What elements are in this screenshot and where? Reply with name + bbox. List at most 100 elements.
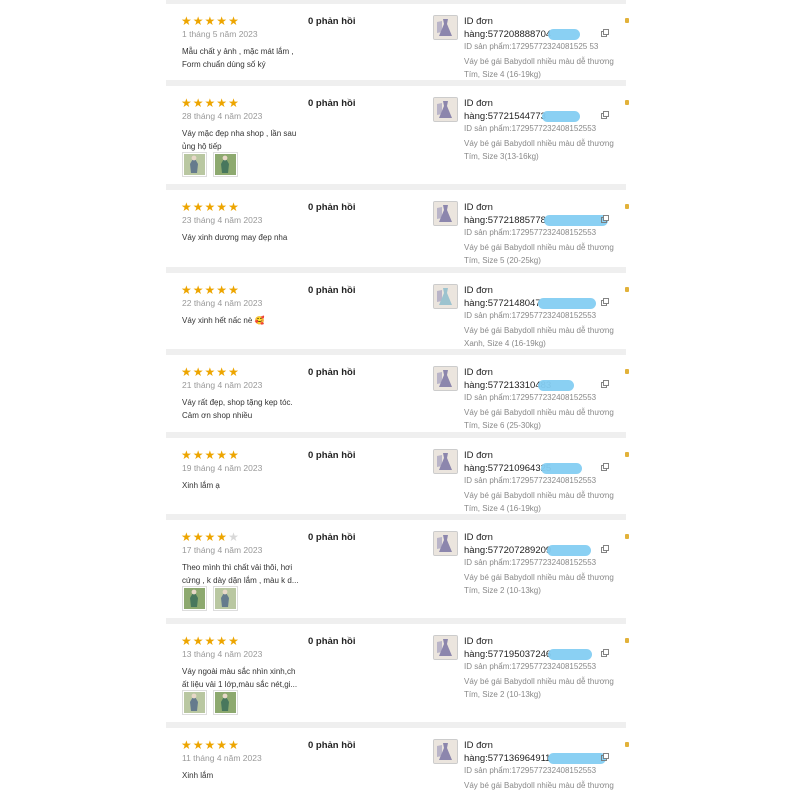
order-info: ID đơn hàng:577195037246 (464, 635, 604, 661)
order-id-value: hàng:577136964911 (464, 752, 614, 765)
review-photo-thumbnail[interactable] (213, 152, 238, 177)
product-thumbnail (433, 635, 458, 660)
star-icon: ★ (192, 448, 204, 462)
star-icon: ★ (181, 96, 192, 110)
review-photo-thumbnail[interactable] (213, 586, 238, 611)
star-icon: ★ (228, 365, 239, 379)
reply-count[interactable]: 0 phản hồi (308, 98, 356, 109)
review-date: 1 tháng 5 năm 2023 (182, 29, 258, 39)
order-id-value: hàng:577208888704 (464, 28, 614, 41)
star-icon: ★ (204, 96, 216, 110)
star-icon: ★ (228, 14, 239, 28)
review-photo-thumbnail[interactable] (182, 690, 207, 715)
review-comment: Váy rất đẹp, shop tặng kẹp tóc. Cảm ơn s… (182, 398, 293, 420)
star-icon: ★ (228, 634, 239, 648)
copy-icon[interactable] (601, 24, 609, 37)
product-id: ID sản phẩm:1729577232408152553 (464, 476, 597, 485)
rating-stars: ★ ★ ★ ★ ★ (181, 284, 239, 296)
review-list-panel: ★ ★ ★ ★ ★ 1 tháng 5 năm 2023 Mẫu chất y ảnh , … (166, 0, 626, 792)
review-comment: Mẫu chất y ảnh , mặc mát lắm , Form chuẩ… (182, 47, 294, 69)
star-icon: ★ (216, 738, 228, 752)
product-thumbnail (433, 15, 458, 40)
order-info: ID đơn hàng:57721544773 (464, 97, 604, 123)
dress-icon (434, 636, 457, 659)
reply-count[interactable]: 0 phản hồi (308, 202, 356, 213)
product-id: ID sản phẩm:1729577232408152553 (464, 228, 597, 237)
star-icon: ★ (216, 200, 228, 214)
product-id: ID sản phẩm:1729577232408152553 (464, 662, 597, 671)
order-id-value: hàng:577207289209 (464, 544, 614, 557)
review-card: ★ ★ ★ ★ ★ 21 tháng 4 năm 2023 Váy rất đẹp, sho… (166, 355, 626, 432)
copy-icon[interactable] (601, 748, 609, 761)
reply-count[interactable]: 0 phản hồi (308, 450, 356, 461)
order-info: ID đơn hàng:577210964325 (464, 449, 604, 475)
order-id-label: ID đơn (464, 740, 493, 751)
star-icon: ★ (216, 365, 228, 379)
review-comment: Xinh lắm ạ (182, 481, 220, 490)
dress-icon (434, 16, 457, 39)
review-photos (182, 690, 238, 715)
copy-icon[interactable] (601, 375, 609, 388)
order-id-value: hàng:57721544773 (464, 110, 614, 123)
order-id-text: hàng:5772148047 (464, 298, 541, 309)
dress-icon (434, 367, 457, 390)
star-icon: ★ (181, 738, 192, 752)
rating-stars: ★ ★ ★ ★ ★ (181, 97, 239, 109)
product-id: ID sản phẩm:1729577232408152553 (464, 766, 597, 775)
reply-count[interactable]: 0 phản hồi (308, 367, 356, 378)
rating-stars: ★ ★ ★ ★ ★ (181, 635, 239, 647)
product-id: ID sản phẩm:17295772324081525 53 (464, 42, 599, 51)
review-photo-thumbnail[interactable] (182, 586, 207, 611)
product-id: ID sản phẩm:1729577232408152553 (464, 311, 597, 320)
product-thumbnail (433, 739, 458, 764)
reply-count[interactable]: 0 phản hồi (308, 636, 356, 647)
copy-icon[interactable] (601, 540, 609, 553)
reply-count[interactable]: 0 phản hồi (308, 532, 356, 543)
review-card: ★ ★ ★ ★ ★ 22 tháng 4 năm 2023 Váy xinh hết nấc… (166, 273, 626, 349)
star-icon: ★ (192, 634, 204, 648)
order-id-text: hàng:577207289209 (464, 545, 552, 556)
review-card: ★ ★ ★ ★ ★ 28 tháng 4 năm 2023 Váy mặc đẹp nha … (166, 86, 626, 184)
redaction-mark (548, 753, 606, 764)
clipped-indicator (625, 534, 629, 539)
reply-count[interactable]: 0 phản hồi (308, 16, 356, 27)
copy-icon[interactable] (601, 458, 609, 471)
rating-stars: ★ ★ ★ ★ ★ (181, 201, 239, 213)
product-variant: Váy bé gái Babydoll nhiều màu dễ thương … (464, 677, 614, 699)
product-variant: Váy bé gái Babydoll nhiều màu dễ thương … (464, 243, 614, 265)
star-icon: ★ (192, 365, 204, 379)
copy-icon[interactable] (601, 293, 609, 306)
review-card: ★ ★ ★ ★ ★ 1 tháng 5 năm 2023 Mẫu chất y ảnh , … (166, 4, 626, 80)
product-variant: Váy bé gái Babydoll nhiều màu dễ thương … (464, 57, 614, 79)
star-icon: ★ (192, 200, 204, 214)
order-id-text: hàng:577195037246 (464, 649, 552, 660)
order-id-label: ID đơn (464, 202, 493, 213)
review-date: 28 tháng 4 năm 2023 (182, 111, 263, 121)
star-icon: ★ (192, 530, 204, 544)
star-icon: ★ (192, 738, 204, 752)
order-id-value: hàng:577195037246 (464, 648, 614, 661)
reply-count[interactable]: 0 phản hồi (308, 740, 356, 751)
photo-icon (215, 692, 236, 713)
clipped-indicator (625, 452, 629, 457)
order-id-label: ID đơn (464, 450, 493, 461)
review-photo-thumbnail[interactable] (213, 690, 238, 715)
star-icon: ★ (216, 96, 228, 110)
product-variant: Váy bé gái Babydoll nhiều màu dễ thương … (464, 408, 614, 430)
review-photo-thumbnail[interactable] (182, 152, 207, 177)
copy-icon[interactable] (601, 210, 609, 223)
clipped-indicator (625, 100, 629, 105)
star-icon: ★ (216, 14, 228, 28)
redaction-mark (541, 463, 582, 474)
review-date: 21 tháng 4 năm 2023 (182, 380, 263, 390)
order-id-text: hàng:577210964325 (464, 463, 552, 474)
copy-icon[interactable] (601, 644, 609, 657)
order-info: ID đơn hàng:577208888704 (464, 15, 604, 41)
reply-count[interactable]: 0 phản hồi (308, 285, 356, 296)
review-photos (182, 152, 238, 177)
clipped-indicator (625, 18, 629, 23)
star-icon: ★ (204, 283, 216, 297)
review-date: 23 tháng 4 năm 2023 (182, 215, 263, 225)
copy-icon[interactable] (601, 106, 609, 119)
review-comment: Xinh lắm (182, 771, 214, 780)
